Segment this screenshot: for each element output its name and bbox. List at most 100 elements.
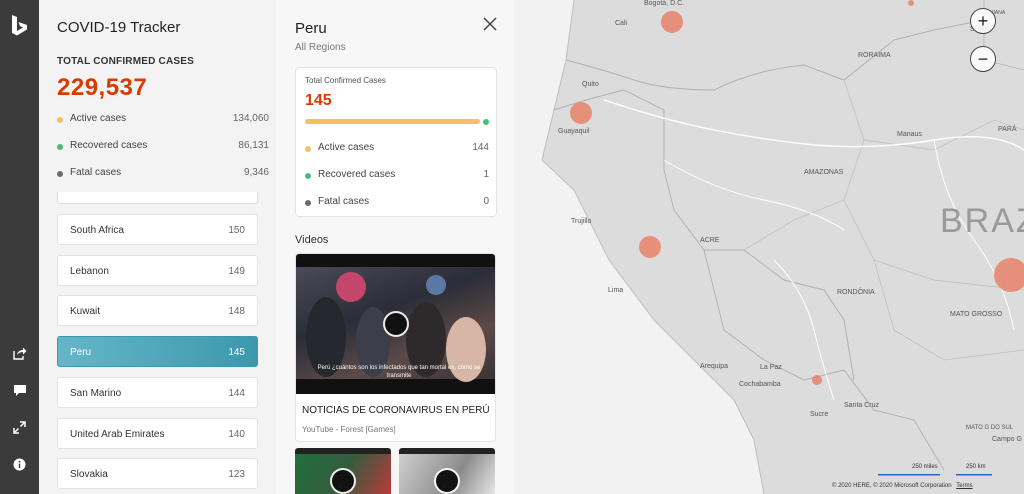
- country-count: 145: [228, 347, 245, 358]
- recovered-cases-value: 1: [483, 169, 489, 180]
- expand-icon[interactable]: [11, 419, 28, 436]
- case-progress-bar: [305, 119, 480, 124]
- map-label-lima: Lima: [608, 287, 624, 294]
- map-label-guayaquil: Guayaquil: [558, 128, 590, 135]
- country-item-lebanon[interactable]: Lebanon 149: [57, 255, 258, 286]
- fatal-dot-icon: [57, 171, 63, 177]
- country-list-panel: COVID-19 Tracker TOTAL CONFIRMED CASES 2…: [39, 0, 276, 494]
- total-confirmed-value: 229,537: [57, 74, 148, 101]
- left-rail: [0, 0, 39, 494]
- video-title[interactable]: NOTICIAS DE CORONAVIRUS EN PERÚ: [302, 405, 490, 416]
- map-label-la-paz: La Paz: [760, 364, 782, 371]
- active-cases-row: Active cases 134,060: [57, 113, 269, 127]
- recovered-progress-dot: [483, 119, 489, 125]
- map-copyright: © 2020 HERE, © 2020 Microsoft Corporatio…: [832, 483, 973, 489]
- active-cases-label: Active cases: [70, 113, 127, 124]
- map-label-brazil: BRAZ: [940, 202, 1024, 240]
- recovered-dot-icon: [57, 144, 63, 150]
- map-label-trujillo: Trujillo: [571, 218, 592, 225]
- confirmed-cases-card: Total Confirmed Cases 145 Active cases 1…: [295, 67, 497, 217]
- map-label-manaus: Manaus: [897, 131, 922, 138]
- video-caption: Perú ¿cuántos son los infectados que tan…: [317, 365, 481, 379]
- country-name: South Africa: [70, 225, 124, 236]
- play-icon[interactable]: [383, 311, 409, 337]
- share-icon[interactable]: [11, 345, 28, 362]
- country-item-united-arab-emirates[interactable]: United Arab Emirates 140: [57, 418, 258, 449]
- map-label-roraima: RORAIMA: [858, 52, 891, 59]
- map-label-amazonas: AMAZONAS: [804, 169, 844, 176]
- country-name: San Marino: [70, 388, 122, 399]
- map-label-quito: Quito: [582, 81, 599, 88]
- active-dot-icon: [57, 117, 63, 123]
- fatal-dot-icon: [305, 200, 311, 206]
- bing-logo-icon[interactable]: [9, 14, 30, 38]
- active-dot-icon: [305, 146, 311, 152]
- country-name: Lebanon: [70, 266, 109, 277]
- country-item-peru[interactable]: Peru 145: [57, 336, 258, 367]
- fatal-cases-value: 0: [483, 196, 489, 207]
- recovered-cases-value: 86,131: [238, 140, 269, 151]
- fatal-cases-label: Fatal cases: [70, 167, 122, 178]
- video-thumbnail[interactable]: Perú ¿cuántos son los infectados que tan…: [296, 254, 495, 394]
- fatal-cases-value: 9,346: [243, 167, 269, 178]
- country-name: Peru: [70, 347, 92, 358]
- map-label-santa-cruz: Santa Cruz: [844, 402, 880, 409]
- country-item-slovakia[interactable]: Slovakia 123: [57, 458, 258, 489]
- detail-subtitle: All Regions: [295, 42, 346, 53]
- map-label-mato-grosso: MATO GROSSO: [950, 311, 1003, 318]
- recovered-cases-label: Recovered cases: [70, 140, 148, 151]
- active-cases-value: 134,060: [232, 113, 269, 124]
- terms-link[interactable]: Terms: [956, 483, 972, 489]
- detail-title: Peru: [295, 20, 327, 37]
- list-top-edge: [57, 192, 258, 204]
- play-icon[interactable]: [434, 468, 460, 494]
- light-shape: [336, 272, 366, 302]
- zoom-out-button[interactable]: −: [970, 46, 996, 72]
- app-title: COVID-19 Tracker: [57, 19, 181, 36]
- map-label-bogota: Bogotá, D.C.: [644, 0, 685, 7]
- scale-km: 250 km: [966, 464, 986, 470]
- country-name: United Arab Emirates: [70, 429, 165, 440]
- video-card[interactable]: Perú ¿cuántos son los infectados que tan…: [295, 253, 496, 442]
- map-label-para: PARÁ: [998, 126, 1017, 133]
- play-icon[interactable]: [330, 468, 356, 494]
- map-canvas[interactable]: Bogotá, D.C. Cali Quito Guayaquil Trujil…: [514, 0, 1024, 494]
- close-icon[interactable]: [482, 16, 498, 32]
- app-root: COVID-19 Tracker TOTAL CONFIRMED CASES 2…: [0, 0, 1024, 494]
- map-label-rondonia: RONDÔNIA: [837, 289, 875, 296]
- zoom-in-button[interactable]: +: [970, 8, 996, 34]
- active-cases-label: Active cases: [318, 142, 375, 153]
- country-detail-panel: Peru All Regions Total Confirmed Cases 1…: [276, 0, 514, 494]
- card-label: Total Confirmed Cases: [305, 76, 386, 85]
- videos-heading: Videos: [295, 234, 329, 246]
- country-item-kuwait[interactable]: Kuwait 148: [57, 295, 258, 326]
- info-icon[interactable]: [11, 456, 28, 473]
- fatal-cases-row: Fatal cases 0: [305, 196, 489, 210]
- video-thumbnail-3[interactable]: [399, 448, 495, 494]
- map-geometry: [514, 0, 1024, 494]
- recovered-cases-label: Recovered cases: [318, 169, 396, 180]
- total-confirmed-label: TOTAL CONFIRMED CASES: [57, 56, 194, 67]
- map-label-cochabamba: Cochabamba: [739, 381, 781, 388]
- active-cases-row: Active cases 144: [305, 142, 489, 156]
- card-value: 145: [305, 92, 332, 109]
- video-source: YouTube - Forest [Games]: [302, 425, 396, 434]
- recovered-dot-icon: [305, 173, 311, 179]
- country-item-san-marino[interactable]: San Marino 144: [57, 377, 258, 408]
- feedback-icon[interactable]: [11, 382, 28, 399]
- country-count: 150: [228, 225, 245, 236]
- map-label-acre: ACRE: [700, 237, 720, 244]
- fatal-cases-row: Fatal cases 9,346: [57, 167, 269, 181]
- country-name: Kuwait: [70, 306, 101, 317]
- active-cases-value: 144: [472, 142, 489, 153]
- country-count: 149: [228, 266, 245, 277]
- country-item-south-africa[interactable]: South Africa 150: [57, 214, 258, 245]
- scale-miles: 250 miles: [912, 464, 938, 470]
- light-shape: [426, 275, 446, 295]
- country-count: 148: [228, 306, 245, 317]
- map-label-mato-do-sul: MATO G DO SUL: [966, 425, 1014, 431]
- country-count: 140: [228, 429, 245, 440]
- map-label-campo: Campo G: [992, 436, 1022, 443]
- country-count: 144: [228, 388, 245, 399]
- video-thumbnail-2[interactable]: [295, 448, 391, 494]
